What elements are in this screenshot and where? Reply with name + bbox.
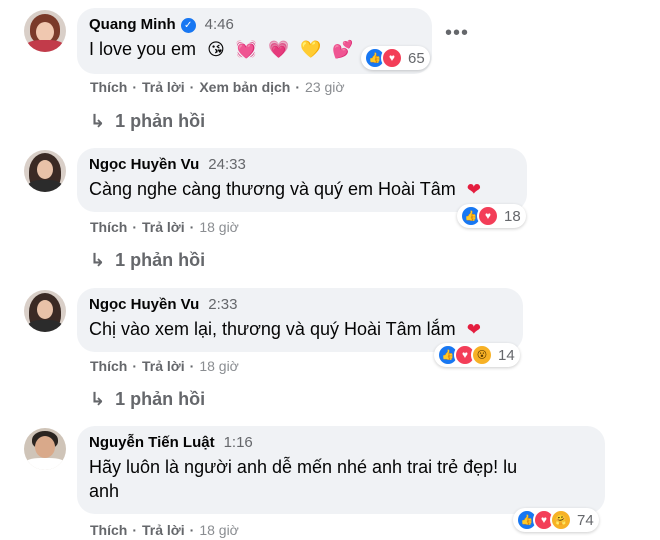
reaction-summary[interactable]: 👍 ♥ 😮 14	[434, 343, 520, 367]
avatar[interactable]	[24, 428, 66, 470]
reply-arrow-icon: ↳	[90, 250, 106, 270]
comment-author[interactable]: Nguyễn Tiến Luật	[89, 433, 215, 453]
see-translation-button[interactable]: Xem bản dịch	[199, 79, 290, 95]
yellow-heart-emoji-icon: 💛	[300, 40, 322, 60]
reaction-summary[interactable]: 👍 ♥ 18	[457, 204, 526, 228]
two-hearts-emoji-icon: 💕	[332, 40, 354, 60]
comment-text-content: Chị vào xem lại, thương và quý Hoài Tâm …	[89, 319, 456, 339]
avatar[interactable]	[24, 290, 66, 332]
comment-author[interactable]: Quang Minh	[89, 15, 176, 35]
like-button[interactable]: Thích	[90, 219, 127, 235]
love-icon: ♥	[381, 47, 403, 69]
red-heart-emoji-icon: ❤	[466, 180, 481, 200]
comment-time: 24:33	[208, 156, 246, 173]
reaction-count: 65	[408, 49, 425, 67]
replies-label: 1 phản hồi	[115, 111, 206, 131]
comment-actions: Thích · Trả lời · Xem bản dịch · 23 giờ	[90, 79, 345, 95]
comment-text-line: anh	[89, 481, 120, 501]
comment-age[interactable]: 18 giờ	[199, 219, 239, 235]
comment-actions: Thích · Trả lời · 18 giờ	[90, 219, 239, 235]
view-replies-link[interactable]: ↳ 1 phản hồi	[90, 389, 205, 410]
reply-arrow-icon: ↳	[90, 111, 106, 131]
pink-heart-emoji-icon: 💗	[268, 40, 290, 60]
comment-age[interactable]: 18 giờ	[199, 522, 239, 538]
avatar[interactable]	[24, 150, 66, 192]
comment-author[interactable]: Ngọc Huyền Vu	[89, 155, 199, 175]
reaction-summary[interactable]: 👍 ♥ 🤗 74	[513, 508, 599, 532]
avatar[interactable]	[24, 10, 66, 52]
comment-actions: Thích · Trả lời · 18 giờ	[90, 522, 239, 538]
kiss-emoji-icon: 😘	[207, 40, 225, 60]
reaction-summary[interactable]: 👍 ♥ 65	[361, 46, 430, 70]
red-heart-emoji-icon: ❤	[466, 320, 481, 340]
comment-text-content: Càng nghe càng thương và quý em Hoài Tâm	[89, 179, 456, 199]
comment-text-content: I love you em	[89, 39, 197, 59]
verified-badge-icon: ✓	[180, 17, 196, 33]
comment-author[interactable]: Ngọc Huyền Vu	[89, 295, 199, 315]
comment-text: Càng nghe càng thương và quý em Hoài Tâm…	[89, 177, 515, 202]
like-button[interactable]: Thích	[90, 79, 127, 95]
comment-time: 1:16	[223, 434, 253, 451]
reply-button[interactable]: Trả lời	[142, 358, 185, 374]
reply-button[interactable]: Trả lời	[142, 79, 185, 95]
comment-age[interactable]: 18 giờ	[199, 358, 239, 374]
comment-age[interactable]: 23 giờ	[305, 79, 345, 95]
comment-time: 2:33	[208, 296, 238, 313]
love-icon: ♥	[477, 205, 499, 227]
comment-text: Chị vào xem lại, thương và quý Hoài Tâm …	[89, 317, 511, 342]
wow-icon: 😮	[471, 344, 493, 366]
reaction-count: 14	[498, 346, 515, 364]
replies-label: 1 phản hồi	[115, 389, 206, 409]
like-button[interactable]: Thích	[90, 522, 127, 538]
beating-heart-emoji-icon: 💓	[235, 40, 257, 60]
care-icon: 🤗	[550, 509, 572, 531]
view-replies-link[interactable]: ↳ 1 phản hồi	[90, 250, 205, 271]
comment-bubble: Ngọc Huyền Vu 24:33 Càng nghe càng thươn…	[77, 148, 527, 212]
like-button[interactable]: Thích	[90, 358, 127, 374]
comment-actions: Thích · Trả lời · 18 giờ	[90, 358, 239, 374]
reply-arrow-icon: ↳	[90, 389, 106, 409]
comment-text: Hãy luôn là người anh dễ mến nhé anh tra…	[89, 455, 593, 503]
reply-button[interactable]: Trả lời	[142, 522, 185, 538]
view-replies-link[interactable]: ↳ 1 phản hồi	[90, 111, 205, 132]
reaction-count: 74	[577, 511, 594, 529]
comment-time: 4:46	[204, 16, 234, 33]
comment-bubble: Nguyễn Tiến Luật 1:16 Hãy luôn là người …	[77, 426, 605, 514]
reaction-count: 18	[504, 207, 521, 225]
replies-label: 1 phản hồi	[115, 250, 206, 270]
comment-text-line: Hãy luôn là người anh dễ mến nhé anh tra…	[89, 457, 518, 477]
more-options-icon[interactable]: •••	[445, 23, 469, 43]
reply-button[interactable]: Trả lời	[142, 219, 185, 235]
